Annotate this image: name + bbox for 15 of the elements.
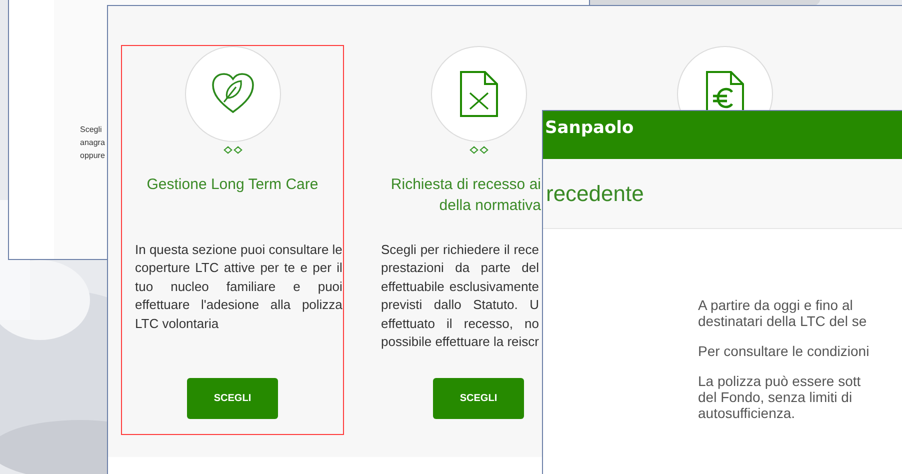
choose-button[interactable]: SCEGLI (187, 378, 278, 419)
card-title: Richiesta di recesso ai della normativa (390, 175, 541, 216)
body-paragraph: A partire da oggi e fino al destinatari della LTC del se (698, 297, 867, 329)
card-description: In questa sezione puoi consultare le coperture LTC attive per te e per il tuo nucleo familiare e puoi effettuare l'adesione alla polizza LTC volontaria (135, 241, 342, 333)
choose-button[interactable]: SCEGLI (433, 378, 524, 419)
body-text: Scegli anagra oppure (80, 124, 105, 162)
diamonds-icon (468, 146, 488, 154)
brand-name: Sanpaolo (545, 117, 634, 140)
page-heading: recedente (546, 180, 644, 208)
selection-frame[interactable]: Gestione Long Term Care In questa sezione puoi consultare le coperture LTC attive per te e per il tuo nucleo familiare e puoi effettuare l'adesione alla polizza LTC volontaria SCEGLI (121, 45, 344, 435)
body-paragraph: La polizza può essere sott del Fondo, senza limiti di autosufficienza. (698, 373, 861, 421)
body-paragraph: Per consultare le condizioni (698, 343, 870, 359)
card-description: Scegli per richiedere il rece prestazioni da parte del effettuabile esclusivamente previsti dallo Statuto. U effettuato il recesso, no possibile effettuare la reiscr (381, 241, 540, 352)
card-title: Gestione Long Term Care (146, 175, 318, 195)
diamonds-icon (222, 146, 242, 154)
